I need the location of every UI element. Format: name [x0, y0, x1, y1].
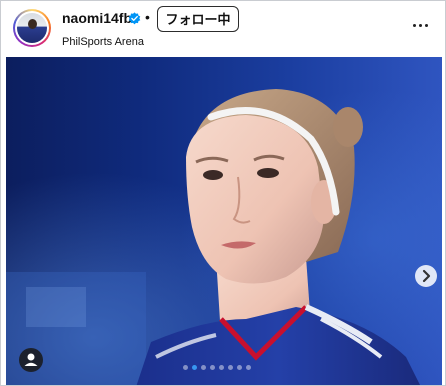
photo-content: [6, 57, 442, 385]
carousel-indicator: [183, 365, 273, 371]
location-link[interactable]: PhilSports Arena: [62, 36, 144, 48]
carousel-dot: [237, 365, 242, 370]
post-photo[interactable]: [6, 57, 442, 385]
verified-badge-icon: [128, 12, 141, 25]
following-button[interactable]: フォロー中: [157, 6, 239, 32]
tagged-users-button[interactable]: [19, 348, 43, 372]
next-slide-button[interactable]: [415, 265, 437, 287]
avatar-photo: [17, 13, 47, 43]
avatar-image: [15, 11, 49, 45]
user-tag-icon: [24, 353, 38, 366]
carousel-dot: [201, 365, 206, 370]
carousel-dot: [183, 365, 188, 370]
carousel-dot: [192, 365, 197, 370]
avatar-figure: [28, 19, 37, 29]
separator-dot: •: [145, 9, 150, 25]
more-options-icon[interactable]: [411, 18, 431, 34]
post-header: naomi14fb • フォロー中 PhilSports Arena: [1, 1, 445, 57]
carousel-dot: [219, 365, 224, 370]
carousel-dot: [210, 365, 215, 370]
carousel-dot: [228, 365, 233, 370]
chevron-right-icon: [422, 269, 431, 283]
instagram-post: naomi14fb • フォロー中 PhilSports Arena: [0, 0, 446, 386]
carousel-dot: [246, 365, 251, 370]
avatar[interactable]: [13, 9, 51, 47]
username-link[interactable]: naomi14fb: [62, 10, 132, 26]
